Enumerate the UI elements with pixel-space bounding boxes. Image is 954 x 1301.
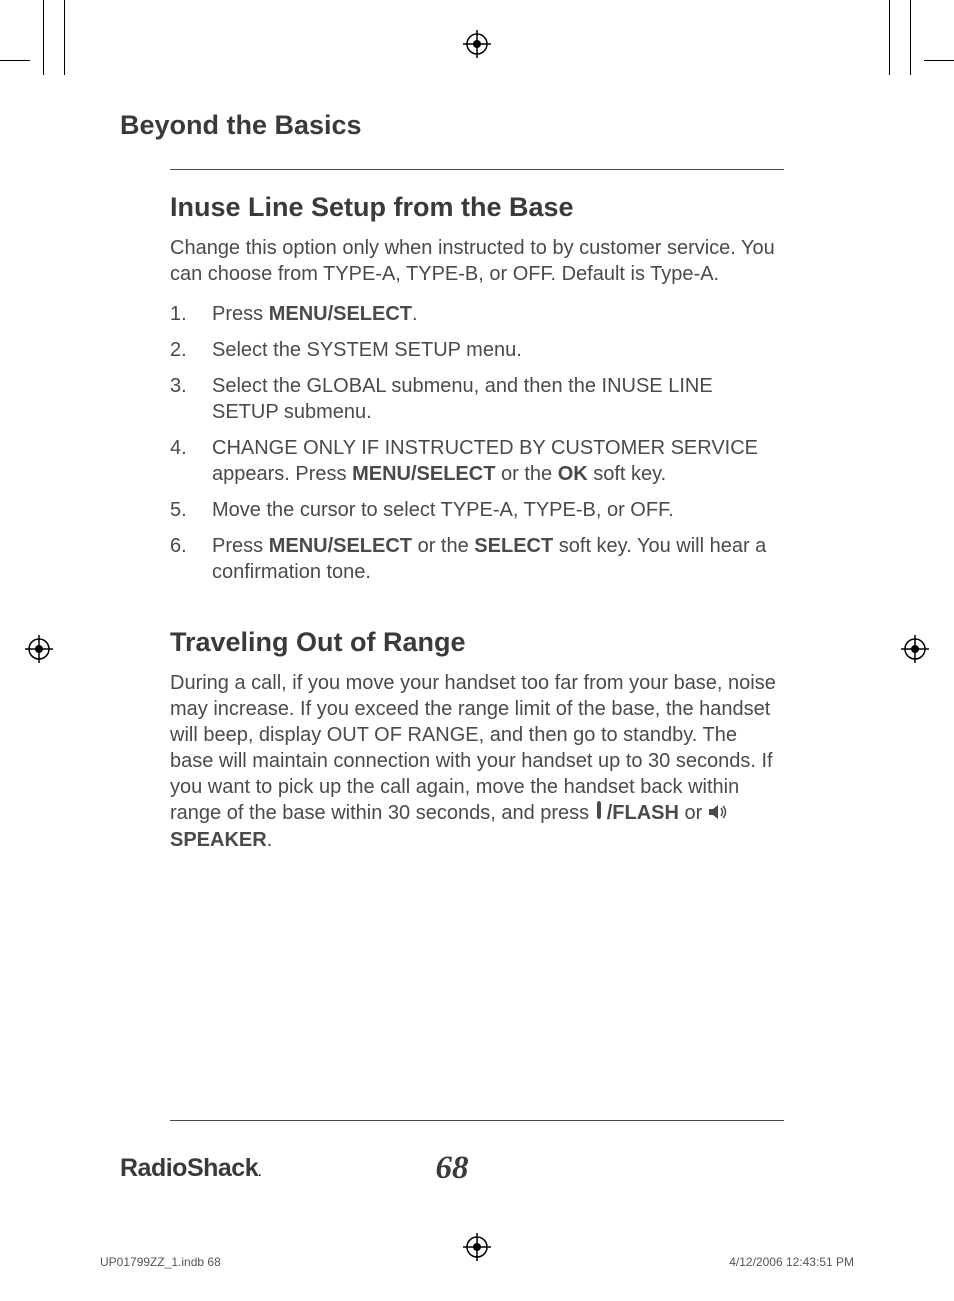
print-metadata: UP01799ZZ_1.indb 68 4/12/2006 12:43:51 P… — [100, 1255, 854, 1269]
step-number: 1. — [170, 301, 212, 327]
step-number: 6. — [170, 533, 212, 585]
list-item: 2. Select the SYSTEM SETUP menu. — [170, 337, 784, 363]
chapter-title: Beyond the Basics — [120, 110, 784, 141]
step-number: 4. — [170, 435, 212, 487]
step-text: Press MENU/SELECT or the SELECT soft key… — [212, 533, 784, 585]
brand-logo: RadioShack. — [120, 1154, 261, 1183]
section-title: Inuse Line Setup from the Base — [170, 192, 784, 223]
registration-mark-icon — [901, 635, 929, 668]
intro-text: Change this option only when instructed … — [170, 235, 784, 287]
step-number: 5. — [170, 497, 212, 523]
crop-mark — [889, 0, 890, 75]
registration-mark-icon — [25, 635, 53, 668]
crop-mark — [64, 0, 65, 75]
step-text: Press MENU/SELECT. — [212, 301, 784, 327]
crop-mark — [43, 0, 44, 75]
step-text: Select the SYSTEM SETUP menu. — [212, 337, 784, 363]
list-item: 1. Press MENU/SELECT. — [170, 301, 784, 327]
crop-mark — [910, 0, 911, 75]
footer-divider — [170, 1120, 784, 1121]
steps-list: 1. Press MENU/SELECT. 2. Select the SYST… — [170, 301, 784, 585]
footer: RadioShack. 68 — [120, 1154, 784, 1183]
print-file-info: UP01799ZZ_1.indb 68 — [100, 1255, 221, 1269]
page-content: Beyond the Basics Inuse Line Setup from … — [0, 0, 954, 853]
step-text: Move the cursor to select TYPE-A, TYPE-B… — [212, 497, 784, 523]
list-item: 3. Select the GLOBAL submenu, and then t… — [170, 373, 784, 425]
step-text: CHANGE ONLY IF INSTRUCTED BY CUSTOMER SE… — [212, 435, 784, 487]
speaker-icon — [708, 801, 728, 827]
list-item: 6. Press MENU/SELECT or the SELECT soft … — [170, 533, 784, 585]
list-item: 4. CHANGE ONLY IF INSTRUCTED BY CUSTOMER… — [170, 435, 784, 487]
registration-mark-icon — [463, 30, 491, 63]
crop-mark — [924, 60, 954, 61]
step-text: Select the GLOBAL submenu, and then the … — [212, 373, 784, 425]
print-timestamp: 4/12/2006 12:43:51 PM — [729, 1255, 854, 1269]
step-number: 3. — [170, 373, 212, 425]
page-number: 68 — [436, 1150, 469, 1187]
body-text: During a call, if you move your handset … — [170, 670, 784, 853]
list-item: 5. Move the cursor to select TYPE-A, TYP… — [170, 497, 784, 523]
section-title: Traveling Out of Range — [170, 627, 784, 658]
divider — [170, 169, 784, 170]
step-number: 2. — [170, 337, 212, 363]
section-traveling-out-of-range: Traveling Out of Range During a call, if… — [170, 627, 784, 853]
crop-mark — [0, 60, 30, 61]
section-inuse-line-setup: Inuse Line Setup from the Base Change th… — [170, 192, 784, 853]
phone-icon — [595, 800, 607, 827]
